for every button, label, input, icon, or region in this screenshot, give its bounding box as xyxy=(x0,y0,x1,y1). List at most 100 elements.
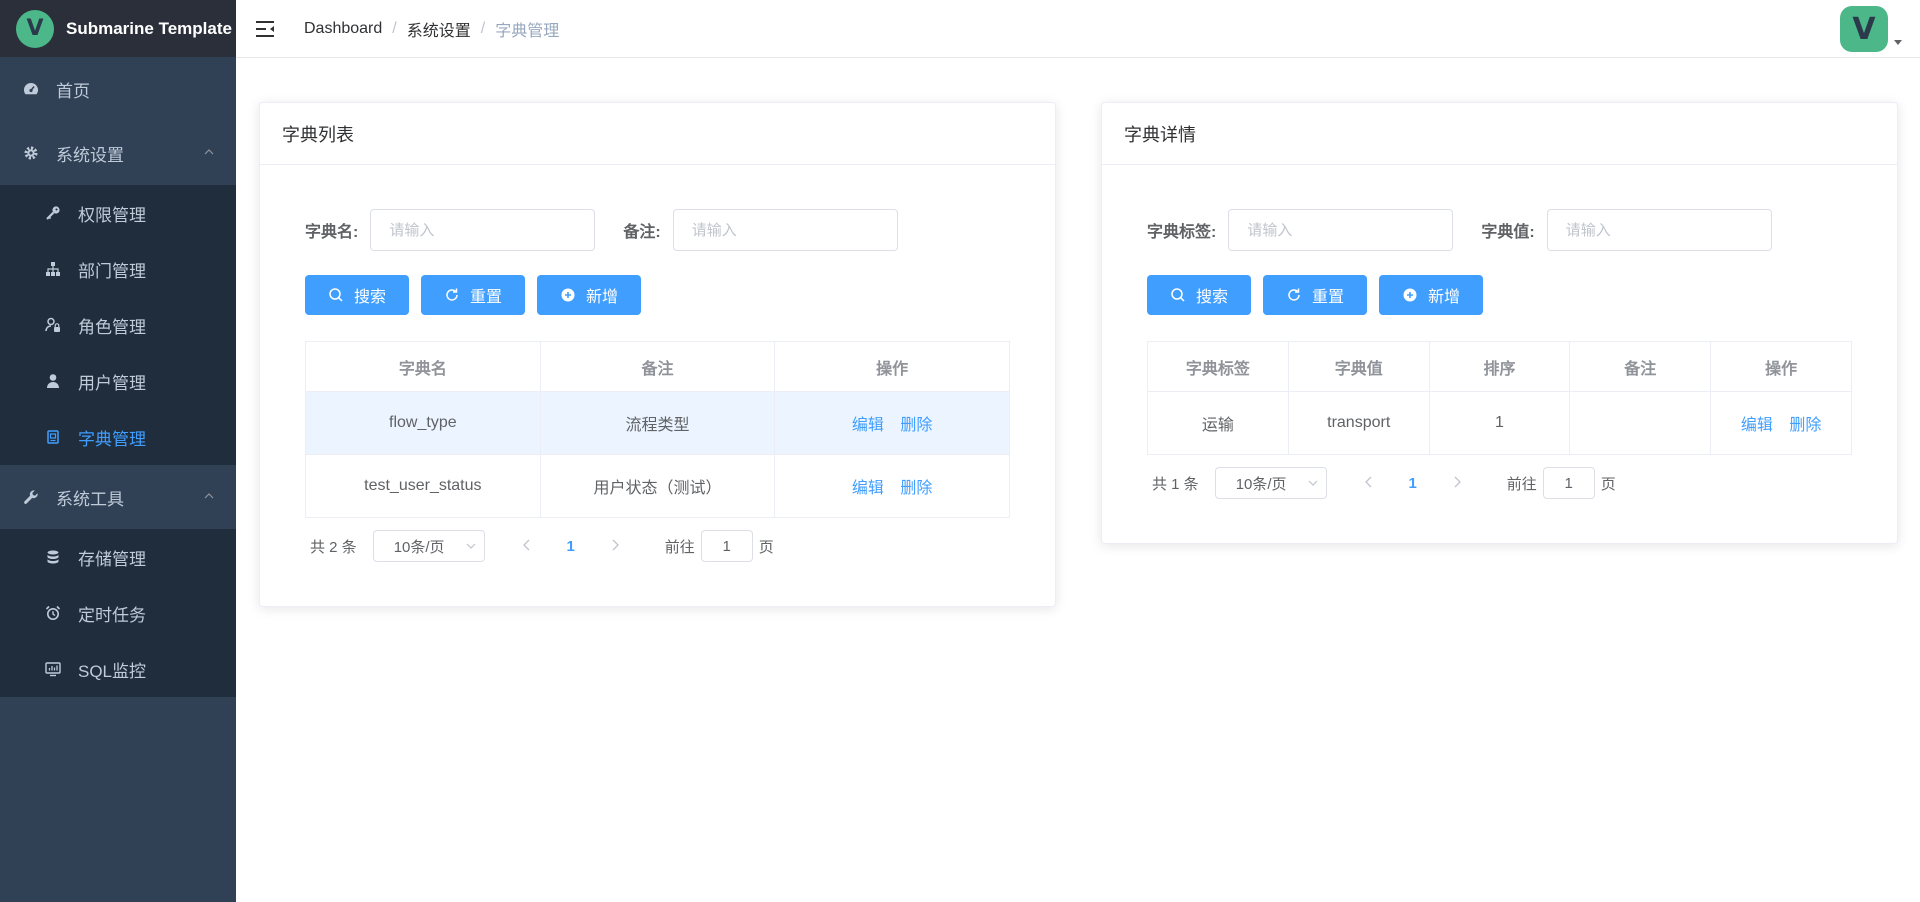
gear-icon xyxy=(22,144,40,162)
dictionary-icon xyxy=(44,428,62,446)
breadcrumb-item-system-settings[interactable]: 系统设置 xyxy=(407,17,471,41)
goto-page-input[interactable] xyxy=(1542,467,1595,499)
wrench-icon xyxy=(22,488,40,506)
goto-page-input[interactable] xyxy=(700,530,753,562)
pagination-total: 共 1 条 xyxy=(1152,475,1199,493)
table-header-row: 字典名 备注 操作 xyxy=(305,341,1010,392)
dict-label-input[interactable] xyxy=(1228,209,1454,251)
search-button[interactable]: 搜索 xyxy=(305,275,409,315)
plus-circle-icon xyxy=(1402,287,1418,303)
page-jumper: 前往 页 xyxy=(1507,467,1616,499)
breadcrumb-separator: / xyxy=(480,19,486,37)
reset-button-label: 重置 xyxy=(1311,289,1344,306)
avatar: V xyxy=(1840,6,1888,52)
key-icon xyxy=(44,204,62,222)
reset-button-label: 重置 xyxy=(469,289,502,306)
hamburger-icon[interactable] xyxy=(254,18,276,40)
user-icon xyxy=(44,372,62,390)
next-page-button[interactable] xyxy=(593,538,637,555)
sidebar-item-system-settings[interactable]: 系统设置 xyxy=(0,121,236,185)
delete-link[interactable]: 删除 xyxy=(900,480,932,497)
edit-link[interactable]: 编辑 xyxy=(1741,417,1773,434)
page-number-current[interactable]: 1 xyxy=(1391,475,1435,492)
sidebar-item-label: 用户管理 xyxy=(78,373,146,393)
page-size-select[interactable]: 10条/页 xyxy=(372,530,485,562)
reset-button[interactable]: 重置 xyxy=(421,275,525,315)
navbar: Dashboard / 系统设置 / 字典管理 V xyxy=(236,0,1920,58)
cell-remark: 用户状态（测试） xyxy=(539,454,776,518)
sidebar-item-label: 权限管理 xyxy=(78,205,146,225)
logo-icon: V xyxy=(16,9,54,48)
column-header-dict-value: 字典值 xyxy=(1287,341,1430,392)
add-button-label: 新增 xyxy=(1427,289,1460,306)
cell-dict-name: test_user_status xyxy=(305,454,541,518)
sidebar-item-system-tools[interactable]: 系统工具 xyxy=(0,465,236,529)
monitor-icon xyxy=(44,660,62,678)
caret-down-icon xyxy=(1894,40,1902,45)
search-icon xyxy=(1170,287,1186,303)
sidebar-item-departments[interactable]: 部门管理 xyxy=(0,241,236,297)
column-header-sort: 排序 xyxy=(1428,341,1571,392)
sidebar-item-scheduled-tasks[interactable]: 定时任务 xyxy=(0,585,236,641)
app-title: Submarine Template xyxy=(66,18,232,38)
column-header-actions: 操作 xyxy=(1710,341,1852,392)
pagination: 共 2 条 10条/页 1 前往 页 xyxy=(305,530,1010,562)
dict-name-input[interactable] xyxy=(370,209,596,251)
table-row[interactable]: test_user_status 用户状态（测试） 编辑 删除 xyxy=(305,454,1010,518)
remark-input[interactable] xyxy=(672,209,898,251)
sidebar-item-sql-monitor[interactable]: SQL监控 xyxy=(0,641,236,697)
cell-sort: 1 xyxy=(1428,391,1571,455)
table-row[interactable]: flow_type 流程类型 编辑 删除 xyxy=(305,391,1010,455)
sidebar-item-label: 存储管理 xyxy=(78,549,146,569)
dict-list-card: 字典列表 字典名: 备注: 搜索 重置 新增 字典名 xyxy=(259,102,1056,607)
prev-page-button[interactable] xyxy=(1347,475,1391,492)
cell-remark xyxy=(1569,391,1712,455)
remark-label: 备注: xyxy=(623,224,661,241)
search-button[interactable]: 搜索 xyxy=(1147,275,1251,315)
dict-detail-card: 字典详情 字典标签: 字典值: 搜索 重置 新增 字典 xyxy=(1101,102,1898,544)
column-header-remark: 备注 xyxy=(539,341,776,392)
goto-label: 前往 xyxy=(1506,475,1537,493)
table-row[interactable]: 运输 transport 1 编辑 删除 xyxy=(1147,391,1852,455)
sidebar-item-permissions[interactable]: 权限管理 xyxy=(0,185,236,241)
dict-name-label: 字典名: xyxy=(305,224,359,241)
reset-button[interactable]: 重置 xyxy=(1263,275,1367,315)
dict-list-table: 字典名 备注 操作 flow_type 流程类型 编辑 删除 test_user… xyxy=(305,341,1010,518)
user-menu[interactable]: V xyxy=(1840,6,1902,52)
sidebar-item-storage[interactable]: 存储管理 xyxy=(0,529,236,585)
edit-link[interactable]: 编辑 xyxy=(852,417,884,434)
chevron-left-icon xyxy=(522,539,530,550)
add-button[interactable]: 新增 xyxy=(537,275,641,315)
next-page-button[interactable] xyxy=(1435,475,1479,492)
dict-detail-filter-form: 字典标签: 字典值: xyxy=(1147,209,1852,251)
page-number-current[interactable]: 1 xyxy=(549,538,593,555)
sidebar-item-home[interactable]: 首页 xyxy=(0,57,236,121)
pagination: 共 1 条 10条/页 1 前往 页 xyxy=(1147,467,1852,499)
chevron-down-icon xyxy=(1308,480,1318,486)
refresh-icon xyxy=(444,287,460,303)
cell-actions: 编辑 删除 xyxy=(774,391,1010,455)
page-jumper: 前往 页 xyxy=(665,530,774,562)
sidebar-item-dictionary[interactable]: 字典管理 xyxy=(0,409,236,465)
sidebar-item-users[interactable]: 用户管理 xyxy=(0,353,236,409)
dict-value-input[interactable] xyxy=(1546,209,1772,251)
logo[interactable]: V Submarine Template xyxy=(0,0,236,57)
sidebar-item-roles[interactable]: 角色管理 xyxy=(0,297,236,353)
submenu-system-tools: 存储管理 定时任务 SQL监控 xyxy=(0,529,236,697)
add-button[interactable]: 新增 xyxy=(1379,275,1483,315)
edit-link[interactable]: 编辑 xyxy=(852,480,884,497)
prev-page-button[interactable] xyxy=(505,538,549,555)
chevron-up-icon xyxy=(204,149,214,155)
page-size-select[interactable]: 10条/页 xyxy=(1214,467,1327,499)
column-header-dict-label: 字典标签 xyxy=(1147,341,1289,392)
dict-list-filter-form: 字典名: 备注: xyxy=(305,209,1010,251)
search-button-label: 搜索 xyxy=(353,289,386,306)
chevron-right-icon xyxy=(1454,476,1461,487)
breadcrumb-item-dashboard[interactable]: Dashboard xyxy=(304,20,382,38)
delete-link[interactable]: 删除 xyxy=(900,417,932,434)
submenu-system-settings: 权限管理 部门管理 角色管理 用户管理 字典管理 xyxy=(0,185,236,465)
dashboard-icon xyxy=(22,80,40,98)
breadcrumb-separator: / xyxy=(392,19,397,37)
sidebar-item-label: 系统设置 xyxy=(56,145,124,165)
delete-link[interactable]: 删除 xyxy=(1789,417,1821,434)
